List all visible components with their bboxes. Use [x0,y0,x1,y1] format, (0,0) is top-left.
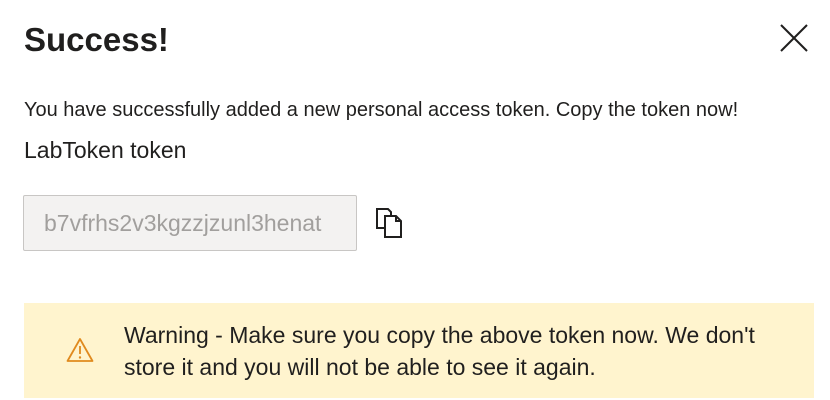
dialog-title: Success! [24,21,169,58]
warning-text: Warning - Make sure you copy the above t… [124,322,755,380]
copy-token-button[interactable] [372,204,406,242]
warning-banner: Warning - Make sure you copy the above t… [24,303,814,398]
warning-icon [66,338,94,362]
copy-icon [376,208,402,238]
close-icon [780,24,808,52]
success-message: You have successfully added a new person… [24,99,739,121]
token-value-field[interactable] [23,195,357,251]
token-name-label: LabToken token [24,137,187,163]
success-dialog: Success! You have successfully added a n… [0,0,830,400]
close-button[interactable] [776,20,812,56]
